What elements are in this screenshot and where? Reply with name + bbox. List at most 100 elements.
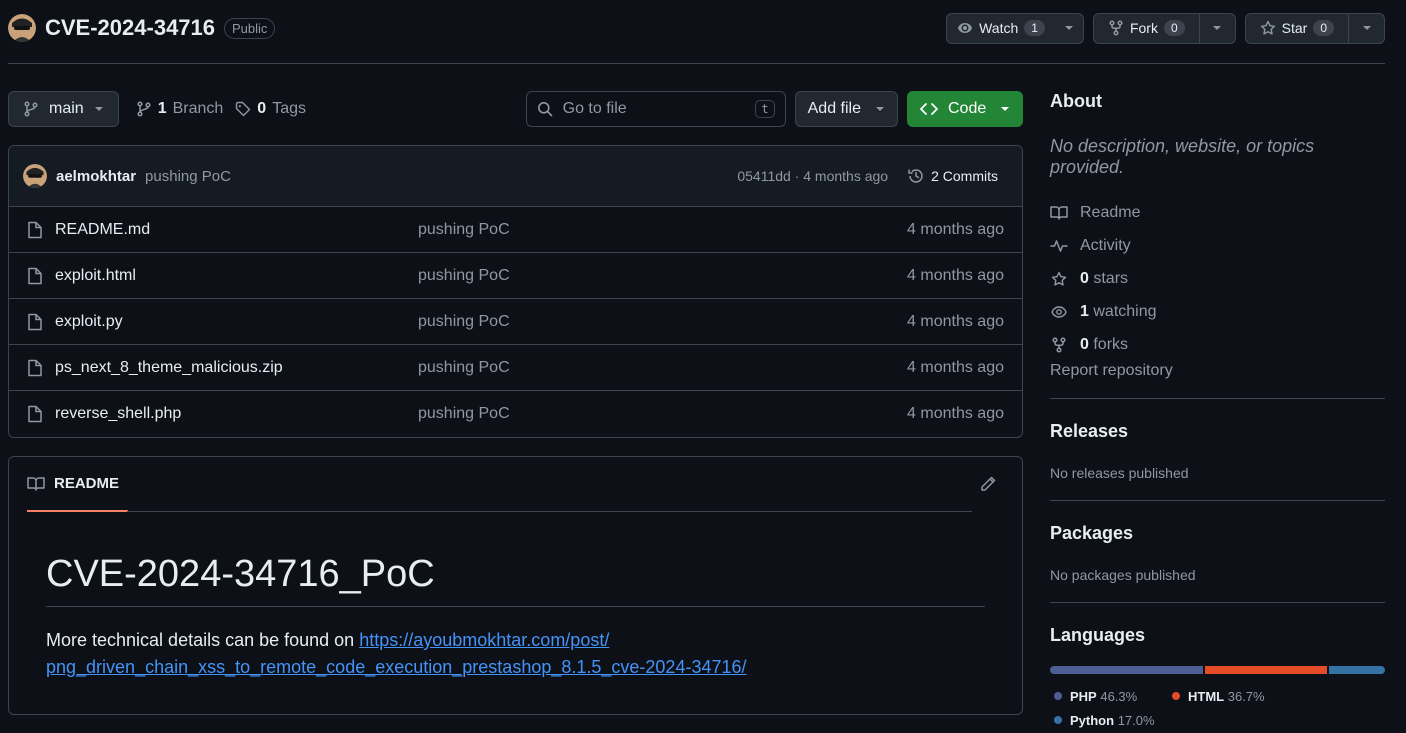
fork-button[interactable]: Fork 0: [1094, 14, 1199, 43]
file-commit-message[interactable]: pushing PoC: [418, 405, 510, 423]
packages-text: No packages published: [1050, 567, 1196, 583]
file-icon: [28, 313, 42, 330]
caret-down-icon: [1362, 26, 1371, 30]
language-item[interactable]: HTML 36.7%: [1172, 684, 1290, 708]
language-name: PHP: [1070, 688, 1097, 704]
caret-down-icon: [1001, 107, 1009, 111]
languages-heading: Languages: [1050, 625, 1146, 645]
watch-count: 1: [1024, 20, 1045, 36]
language-color-dot: [1054, 716, 1062, 724]
language-name: Python: [1070, 712, 1115, 728]
caret-down-icon: [1064, 26, 1073, 30]
file-row[interactable]: exploit.html pushing PoC 4 months ago: [9, 253, 1022, 299]
file-commit-message[interactable]: pushing PoC: [418, 221, 510, 239]
code-label: Code: [948, 100, 987, 117]
repo-sidebar: About No description, website, or topics…: [1050, 91, 1385, 732]
language-item[interactable]: PHP 46.3%: [1054, 684, 1172, 708]
fork-dropdown[interactable]: [1198, 13, 1235, 43]
file-icon: [28, 267, 42, 284]
language-name: HTML: [1188, 688, 1225, 704]
file-icon: [28, 221, 42, 238]
commits-link[interactable]: 2 Commits: [907, 167, 998, 185]
caret-down-icon: [1213, 26, 1222, 30]
languages-list: PHP 46.3% HTML 36.7% Python 17.0%: [1050, 684, 1385, 732]
branches-link[interactable]: 1 Branch: [136, 100, 223, 118]
fork-button-group: Fork 0: [1092, 12, 1236, 44]
sidebar-divider: [1050, 500, 1385, 501]
edit-readme-button[interactable]: [979, 475, 997, 493]
about-description: No description, website, or topics provi…: [1050, 136, 1315, 177]
activity-link[interactable]: Activity: [1050, 229, 1385, 262]
about-list: Readme Activity 0 stars 1 watching 0 for…: [1050, 196, 1385, 361]
search-placeholder: Go to file: [562, 100, 627, 117]
stars-link[interactable]: 0 stars: [1050, 262, 1385, 295]
commit-message[interactable]: pushing PoC: [145, 168, 231, 185]
file-commit-message[interactable]: pushing PoC: [418, 359, 510, 377]
readme-link-line2: png_driven_chain_xss_to_remote_code_exec…: [46, 657, 747, 677]
star-icon: [1051, 271, 1067, 286]
language-percent: 17.0%: [1117, 712, 1155, 728]
file-toolbar: main 1 Branch 0 Tags Go to file t Add fi…: [8, 91, 1023, 127]
tags-link[interactable]: 0 Tags: [235, 100, 306, 118]
file-name[interactable]: exploit.py: [55, 313, 418, 331]
file-name[interactable]: ps_next_8_theme_malicious.zip: [55, 359, 418, 377]
commit-author-avatar[interactable]: [23, 164, 47, 188]
watch-button[interactable]: Watch 1: [947, 14, 1055, 43]
repo-name[interactable]: CVE-2024-34716: [45, 15, 215, 41]
packages-heading[interactable]: Packages: [1050, 523, 1385, 544]
eye-icon: [958, 23, 973, 33]
file-row[interactable]: reverse_shell.php pushing PoC 4 months a…: [9, 391, 1022, 437]
file-row[interactable]: README.md pushing PoC 4 months ago: [9, 207, 1022, 253]
branch-name: main: [49, 100, 84, 117]
star-button-group: Star 0: [1244, 12, 1385, 44]
forks-label: forks: [1093, 335, 1129, 353]
file-name[interactable]: README.md: [55, 221, 418, 239]
star-dropdown[interactable]: [1348, 13, 1384, 43]
language-bar-segment: [1050, 666, 1204, 674]
branch-selector[interactable]: main: [8, 91, 119, 127]
go-to-file-search[interactable]: Go to file t: [525, 91, 786, 127]
tabs-divider: [127, 511, 972, 512]
branches-count: 1: [157, 100, 167, 117]
star-button[interactable]: Star 0: [1246, 14, 1348, 43]
file-commit-message[interactable]: pushing PoC: [418, 267, 510, 285]
tab-readme[interactable]: README: [27, 457, 129, 512]
file-icon: [28, 405, 42, 423]
about-heading: About: [1050, 91, 1102, 111]
forks-link[interactable]: 0 forks: [1050, 328, 1385, 361]
pulse-icon: [1050, 239, 1068, 252]
readme-link[interactable]: Readme: [1050, 196, 1385, 229]
readme-link-line1: https://ayoubmokhtar.com/post/: [359, 630, 610, 650]
file-row[interactable]: exploit.py pushing PoC 4 months ago: [9, 299, 1022, 345]
eye-icon: [1051, 305, 1067, 318]
watching-count: 1: [1080, 302, 1089, 320]
file-commit-message[interactable]: pushing PoC: [418, 313, 510, 331]
commit-hash-time[interactable]: 05411dd · 4 months ago: [737, 168, 888, 184]
code-button[interactable]: Code: [907, 91, 1023, 127]
readme-paragraph: More technical details can be found on h…: [46, 627, 985, 681]
sidebar-divider: [1050, 398, 1385, 399]
fork-icon: [1109, 20, 1123, 36]
stars-count: 0: [1080, 269, 1089, 287]
releases-text: No releases published: [1050, 465, 1189, 481]
readme-content: CVE-2024-34716_PoC More technical detail…: [9, 512, 1022, 681]
language-bar-segment: [1328, 666, 1385, 674]
file-name[interactable]: exploit.html: [55, 267, 418, 285]
commit-author[interactable]: aelmokhtar: [56, 168, 136, 185]
owner-avatar[interactable]: [8, 14, 36, 42]
watching-link[interactable]: 1 watching: [1050, 295, 1385, 328]
file-name[interactable]: reverse_shell.php: [55, 405, 418, 423]
language-item[interactable]: Python 17.0%: [1054, 708, 1172, 732]
releases-heading[interactable]: Releases: [1050, 421, 1385, 442]
file-row[interactable]: ps_next_8_theme_malicious.zip pushing Po…: [9, 345, 1022, 391]
file-commit-date: 4 months ago: [907, 220, 1004, 238]
report-repository-link[interactable]: Report repository: [1050, 362, 1385, 380]
book-icon: [1050, 205, 1068, 220]
add-file-button[interactable]: Add file: [794, 91, 898, 127]
file-list: aelmokhtar pushing PoC 05411dd · 4 month…: [8, 145, 1023, 438]
watch-dropdown[interactable]: [1055, 14, 1083, 43]
branch-icon: [137, 101, 151, 117]
branch-icon: [24, 101, 38, 117]
file-icon: [28, 359, 42, 376]
watching-label: watching: [1093, 302, 1157, 320]
